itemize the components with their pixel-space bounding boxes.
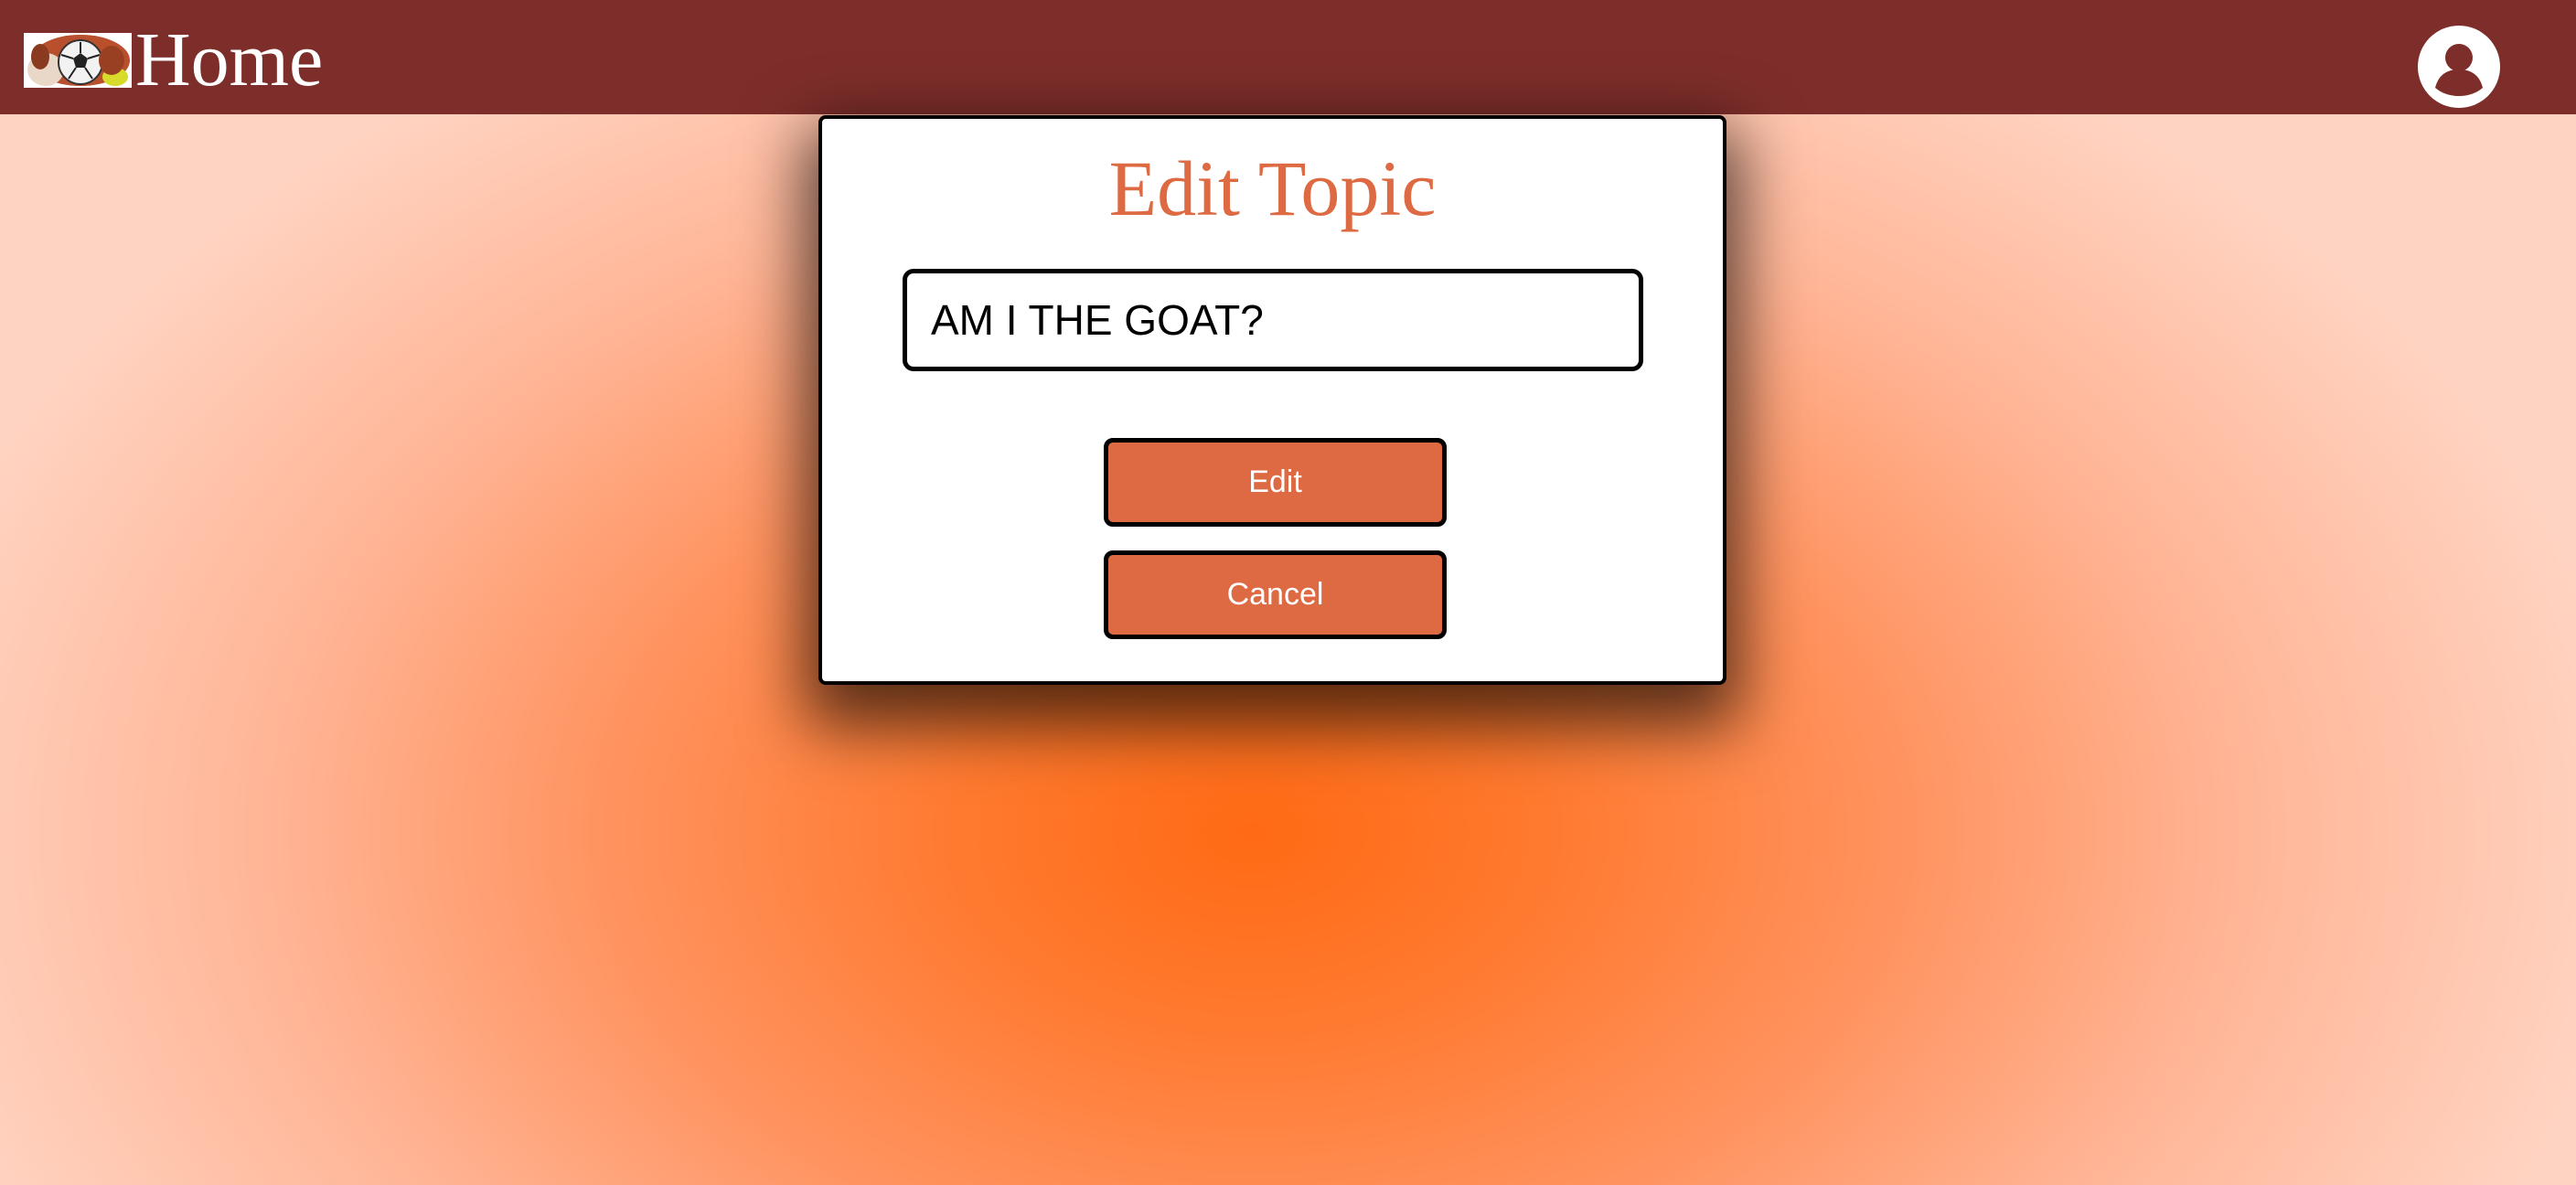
edit-topic-dialog: Edit Topic Edit Cancel [818,115,1726,685]
top-bar: Home [0,0,2576,114]
profile-button[interactable] [2418,26,2500,108]
soccer-dog-logo-icon [24,33,132,88]
edit-button[interactable]: Edit [1104,438,1447,527]
page-title[interactable]: Home [135,15,323,106]
dialog-title: Edit Topic [1108,144,1437,232]
logo[interactable] [24,33,132,88]
cancel-button[interactable]: Cancel [1104,550,1447,639]
topic-input[interactable] [903,269,1643,371]
user-profile-icon [2418,26,2500,108]
